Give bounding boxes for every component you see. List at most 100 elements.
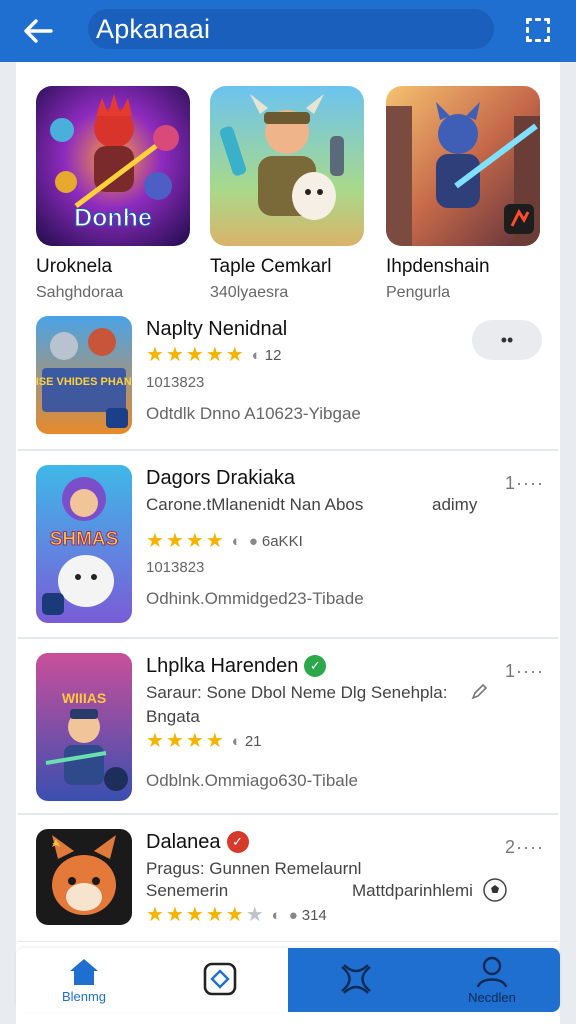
app-description-second: Senemerin (146, 881, 229, 900)
star-icon: ★ (146, 344, 164, 366)
more-dots: •• (500, 329, 514, 350)
featured-card[interactable]: Taple Cemkarl 340lyaesra (210, 86, 370, 302)
featured-title: Ihpdenshain (386, 256, 490, 277)
star-icon: ★ (225, 904, 244, 926)
arrow-left-icon (24, 19, 53, 43)
featured-title: Taple Cemkarl (210, 256, 332, 277)
apps-icon (203, 962, 237, 996)
rating-count: 12 (264, 346, 282, 364)
nav-home[interactable]: Blenmg (16, 948, 152, 1012)
star-icon: ★ (165, 904, 184, 926)
rating-count: 6aKKI (261, 532, 303, 550)
app-description-second: Bngata (146, 707, 200, 726)
more-options-button[interactable]: 1···· (505, 661, 544, 682)
star-icon: ★ (185, 904, 204, 926)
star-icon: ★ (146, 730, 164, 752)
right-frame (560, 60, 576, 1024)
nav-profile-label: Necdlen (468, 989, 516, 1005)
more-options-button[interactable]: 1···· (505, 473, 544, 494)
app-description: Pragus: Gunnen Remelaurnl (146, 859, 362, 878)
star-icon: ★ (146, 904, 164, 926)
app-thumbnail: LOISE VHIDES PHANCH (36, 316, 132, 434)
list-item[interactable]: LOISE VHIDES PHANCH Naplty Nenidnal ★★★★… (18, 302, 558, 450)
scan-button[interactable] (522, 14, 554, 46)
list-item[interactable]: Dalanea ✓ Pragus: Gunnen Remelaurnl Senem… (18, 814, 558, 942)
list-item[interactable]: SHMAS Dagors Drakiaka Carone.tMlanenidt … (18, 450, 558, 638)
star-icon: ★ (205, 530, 224, 552)
featured-subtitle: Pengurla (386, 284, 451, 301)
comment-icon: ◐ (271, 906, 281, 924)
nav-home-label: Blenmg (61, 988, 107, 1004)
star-icon-empty: ★ (245, 904, 264, 926)
nav-profile[interactable]: Necdlen (424, 948, 560, 1012)
soccer-ball-icon[interactable] (482, 877, 508, 903)
star-icon: ★ (185, 730, 204, 752)
bottom-navigation: Blenmg Necdlen (16, 948, 560, 1012)
app-version: 1013823 (146, 374, 205, 391)
star-icon: ★ (205, 344, 224, 366)
app-thumbnail: SHMAS (36, 465, 132, 623)
star-icon: ★ (165, 730, 184, 752)
app-name: Naplty Nenidnal (146, 318, 288, 340)
app-thumbnail (36, 829, 132, 925)
app-name: Dagors Drakiaka (146, 467, 295, 489)
star-icon: ★ (225, 344, 244, 366)
star-icon: ★ (185, 530, 204, 552)
verified-badge-icon: ✓ (304, 655, 327, 677)
game-art (210, 86, 364, 246)
more-options-button[interactable]: 2···· (505, 837, 544, 858)
profile-icon (476, 956, 508, 988)
comment-icon: ◐ (251, 346, 261, 364)
comment-icon: ◐ (231, 732, 241, 750)
app-meta: Odhink.Ommidged23-Tibade (146, 589, 364, 608)
more-options-button[interactable]: •• (472, 320, 542, 360)
star-icon: ★ (165, 530, 184, 552)
app-name: Lhplka Harenden ✓ (146, 655, 327, 678)
app-thumbnail: WIIIAS (36, 653, 132, 801)
home-icon (70, 958, 98, 985)
star-icon: ★ (146, 530, 164, 552)
game-art (386, 86, 540, 246)
scan-icon (526, 18, 550, 42)
star-rating: ★ ★ ★ ★ ◐ ● 6aKKI (146, 531, 303, 551)
featured-card[interactable]: Donhe Uroknela Sahghdoraa (36, 86, 196, 302)
games-icon (341, 964, 371, 994)
back-button[interactable] (10, 3, 66, 59)
app-meta: Odblnk.Ommiago630-Tibale (146, 771, 358, 790)
edit-icon[interactable] (470, 683, 488, 701)
app-version: 1013823 (146, 559, 205, 576)
record-icon: ● (248, 532, 258, 550)
nav-apps[interactable] (152, 948, 288, 1012)
verified-badge-icon: ✓ (226, 831, 249, 853)
star-icon: ★ (185, 344, 204, 366)
featured-subtitle: 340lyaesra (210, 284, 289, 301)
list-item[interactable]: WIIIAS Lhplka Harenden ✓ Saraur: Sone Dbo… (18, 638, 558, 814)
art-logo-text: WIIIAS (62, 690, 106, 706)
app-meta: Odtdlk Dnno A10623-Yibgae (146, 404, 361, 423)
app-description: Carone.tMlanenidt Nan Abos (146, 495, 364, 514)
app-name: Dalanea ✓ (146, 831, 249, 854)
art-logo-text: Donhe (74, 204, 152, 232)
star-icon: ★ (205, 904, 224, 926)
featured-card[interactable]: Ihpdenshain Pengurla (386, 86, 546, 302)
star-rating: ★ ★ ★ ★ ★ ◐ 12 (146, 345, 281, 365)
featured-section: Donhe Uroknela Sahghdoraa Taple Cemkarl … (16, 62, 560, 302)
app-description-right: adimy (432, 495, 478, 514)
title-field[interactable]: Apkanaai (88, 9, 494, 49)
art-logo-text: SHMAS (50, 529, 119, 550)
featured-title: Uroknela (36, 256, 113, 277)
app-name-text: Lhplka Harenden (146, 655, 299, 677)
star-icon: ★ (205, 730, 224, 752)
app-description: Saraur: Sone Dbol Neme Dlg Senehpla: (146, 683, 448, 702)
rating-count: 21 (244, 732, 262, 750)
game-art: Donhe (36, 86, 190, 246)
comment-icon: ◐ (231, 532, 241, 550)
featured-subtitle: Sahghdoraa (36, 284, 124, 301)
star-rating: ★ ★ ★ ★ ★ ★ ◐ ● 314 (146, 905, 327, 925)
rating-count: 314 (301, 906, 327, 924)
left-frame (0, 60, 16, 1024)
app-title: Apkanaai (96, 13, 211, 44)
nav-games[interactable] (288, 948, 424, 1012)
app-name-text: Dalanea (146, 831, 221, 853)
top-app-bar: Apkanaai (0, 0, 576, 62)
